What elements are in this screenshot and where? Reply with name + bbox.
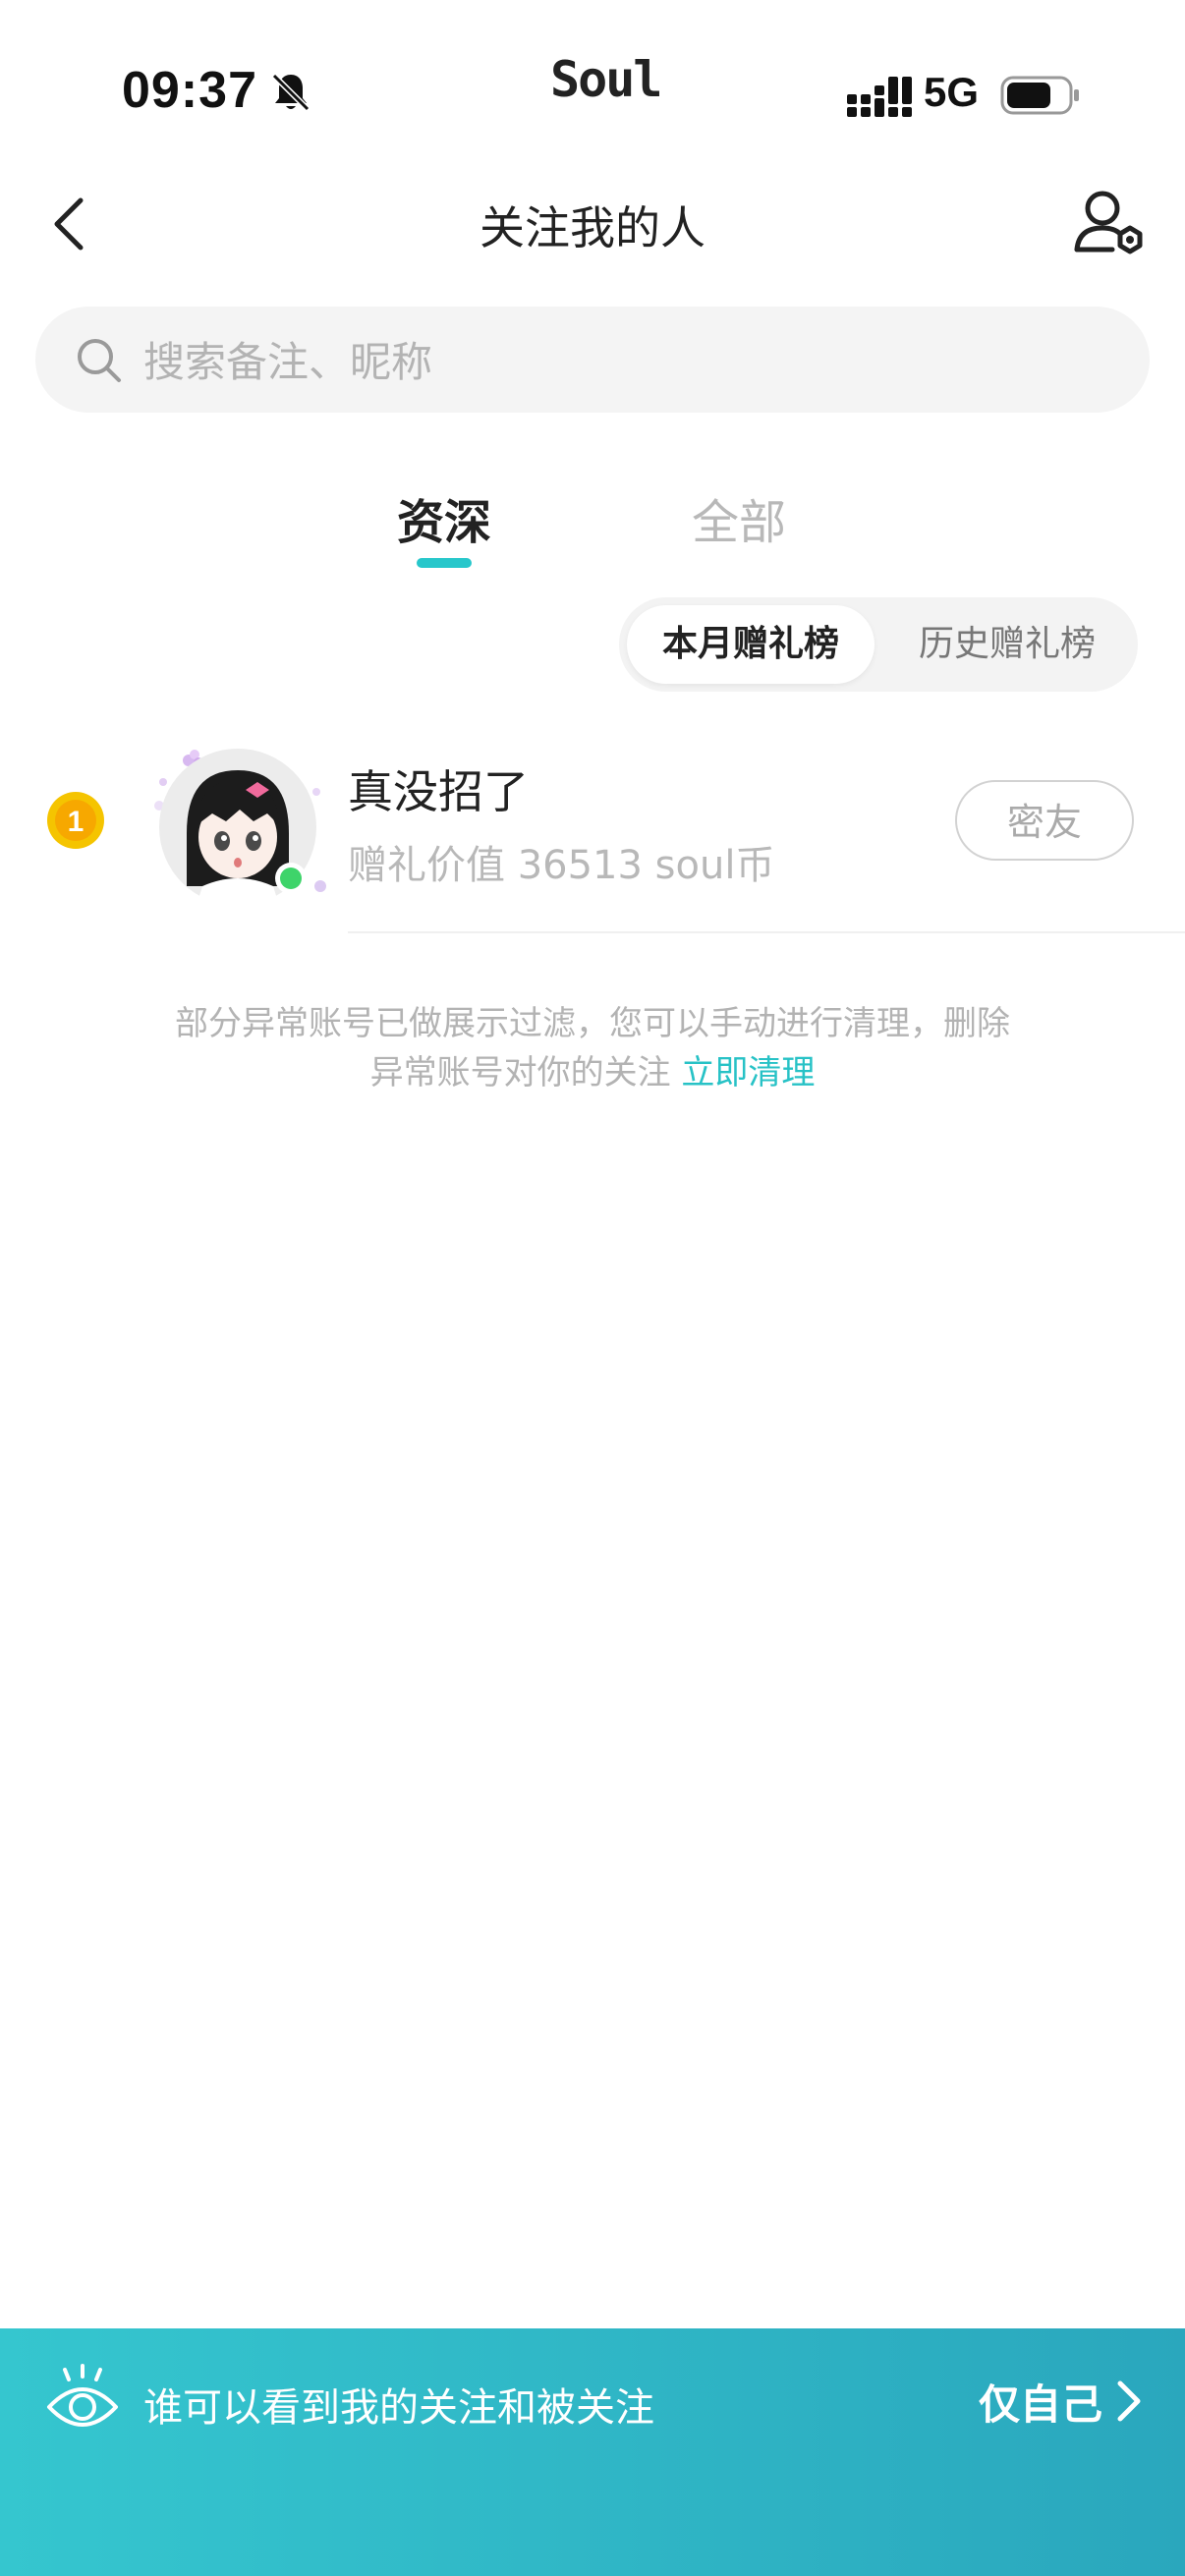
eye-icon xyxy=(47,2364,118,2427)
page: 09:37 Soul 5G 关注我的人 搜索备注、昵称 资深 全部 本月赠礼榜 … xyxy=(0,0,1185,2576)
battery-icon xyxy=(1000,76,1079,115)
tab-indicator xyxy=(417,558,472,568)
tab-senior[interactable]: 资深 xyxy=(397,483,491,552)
segment-history-gift-ranking[interactable]: 历史赠礼榜 xyxy=(884,605,1130,684)
avatar[interactable] xyxy=(143,739,330,916)
divider xyxy=(348,931,1185,933)
notice-text: 部分异常账号已做展示过滤，您可以手动进行清理，删除 xyxy=(175,1004,1010,1043)
page-title: 关注我的人 xyxy=(480,201,705,254)
rank-badge-icon: 1 xyxy=(47,792,104,849)
rank-number: 1 xyxy=(68,806,85,838)
status-app-name: Soul xyxy=(550,51,662,108)
search-input[interactable] xyxy=(141,316,1118,407)
status-time: 09:37 xyxy=(122,62,257,119)
network-label: 5G xyxy=(924,69,980,115)
user-name: 真没招了 xyxy=(348,765,529,818)
privacy-setting-bar[interactable] xyxy=(0,2328,1185,2576)
notice-text-tail: 异常账号对你的关注 xyxy=(369,1053,671,1092)
close-friend-button[interactable]: 密友 xyxy=(955,780,1134,861)
gift-value: 赠礼价值 36513 soul币 xyxy=(348,843,775,888)
privacy-setting-value: 仅自己 xyxy=(979,2380,1103,2429)
search-icon xyxy=(78,339,121,382)
clean-now-link[interactable]: 立即清理 xyxy=(681,1053,815,1092)
signal-icon xyxy=(847,77,912,117)
user-settings-icon[interactable] xyxy=(1071,185,1150,263)
bell-muted-icon xyxy=(271,73,310,112)
chevron-right-icon xyxy=(1117,2380,1141,2422)
notice-text-line2: 异常账号对你的关注 立即清理 xyxy=(0,1045,1185,1093)
segment-monthly-gift-ranking[interactable]: 本月赠礼榜 xyxy=(627,605,875,684)
tab-all[interactable]: 全部 xyxy=(692,483,786,552)
status-bar: 09:37 Soul 5G xyxy=(0,0,1185,147)
privacy-setting-label: 谁可以看到我的关注和被关注 xyxy=(143,2385,654,2431)
